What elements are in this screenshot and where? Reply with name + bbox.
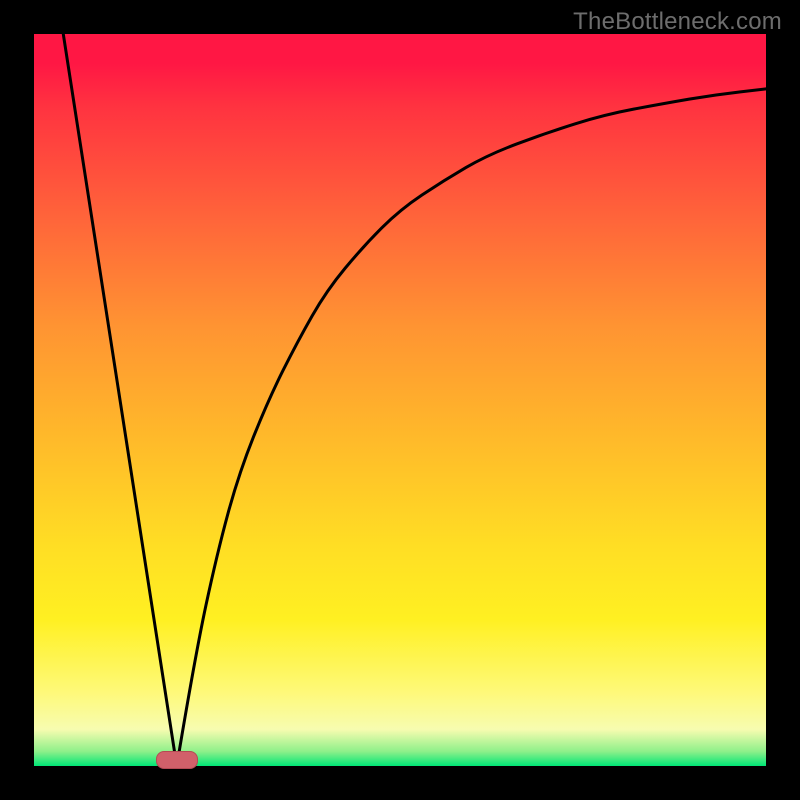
chart-lines: [34, 34, 766, 766]
chart-frame: TheBottleneck.com: [0, 0, 800, 800]
curve-left-segment: [63, 34, 176, 766]
watermark-text: TheBottleneck.com: [573, 8, 782, 36]
bottleneck-marker: [156, 751, 198, 769]
curve-right-segment: [177, 89, 766, 766]
plot-area: [34, 34, 766, 766]
